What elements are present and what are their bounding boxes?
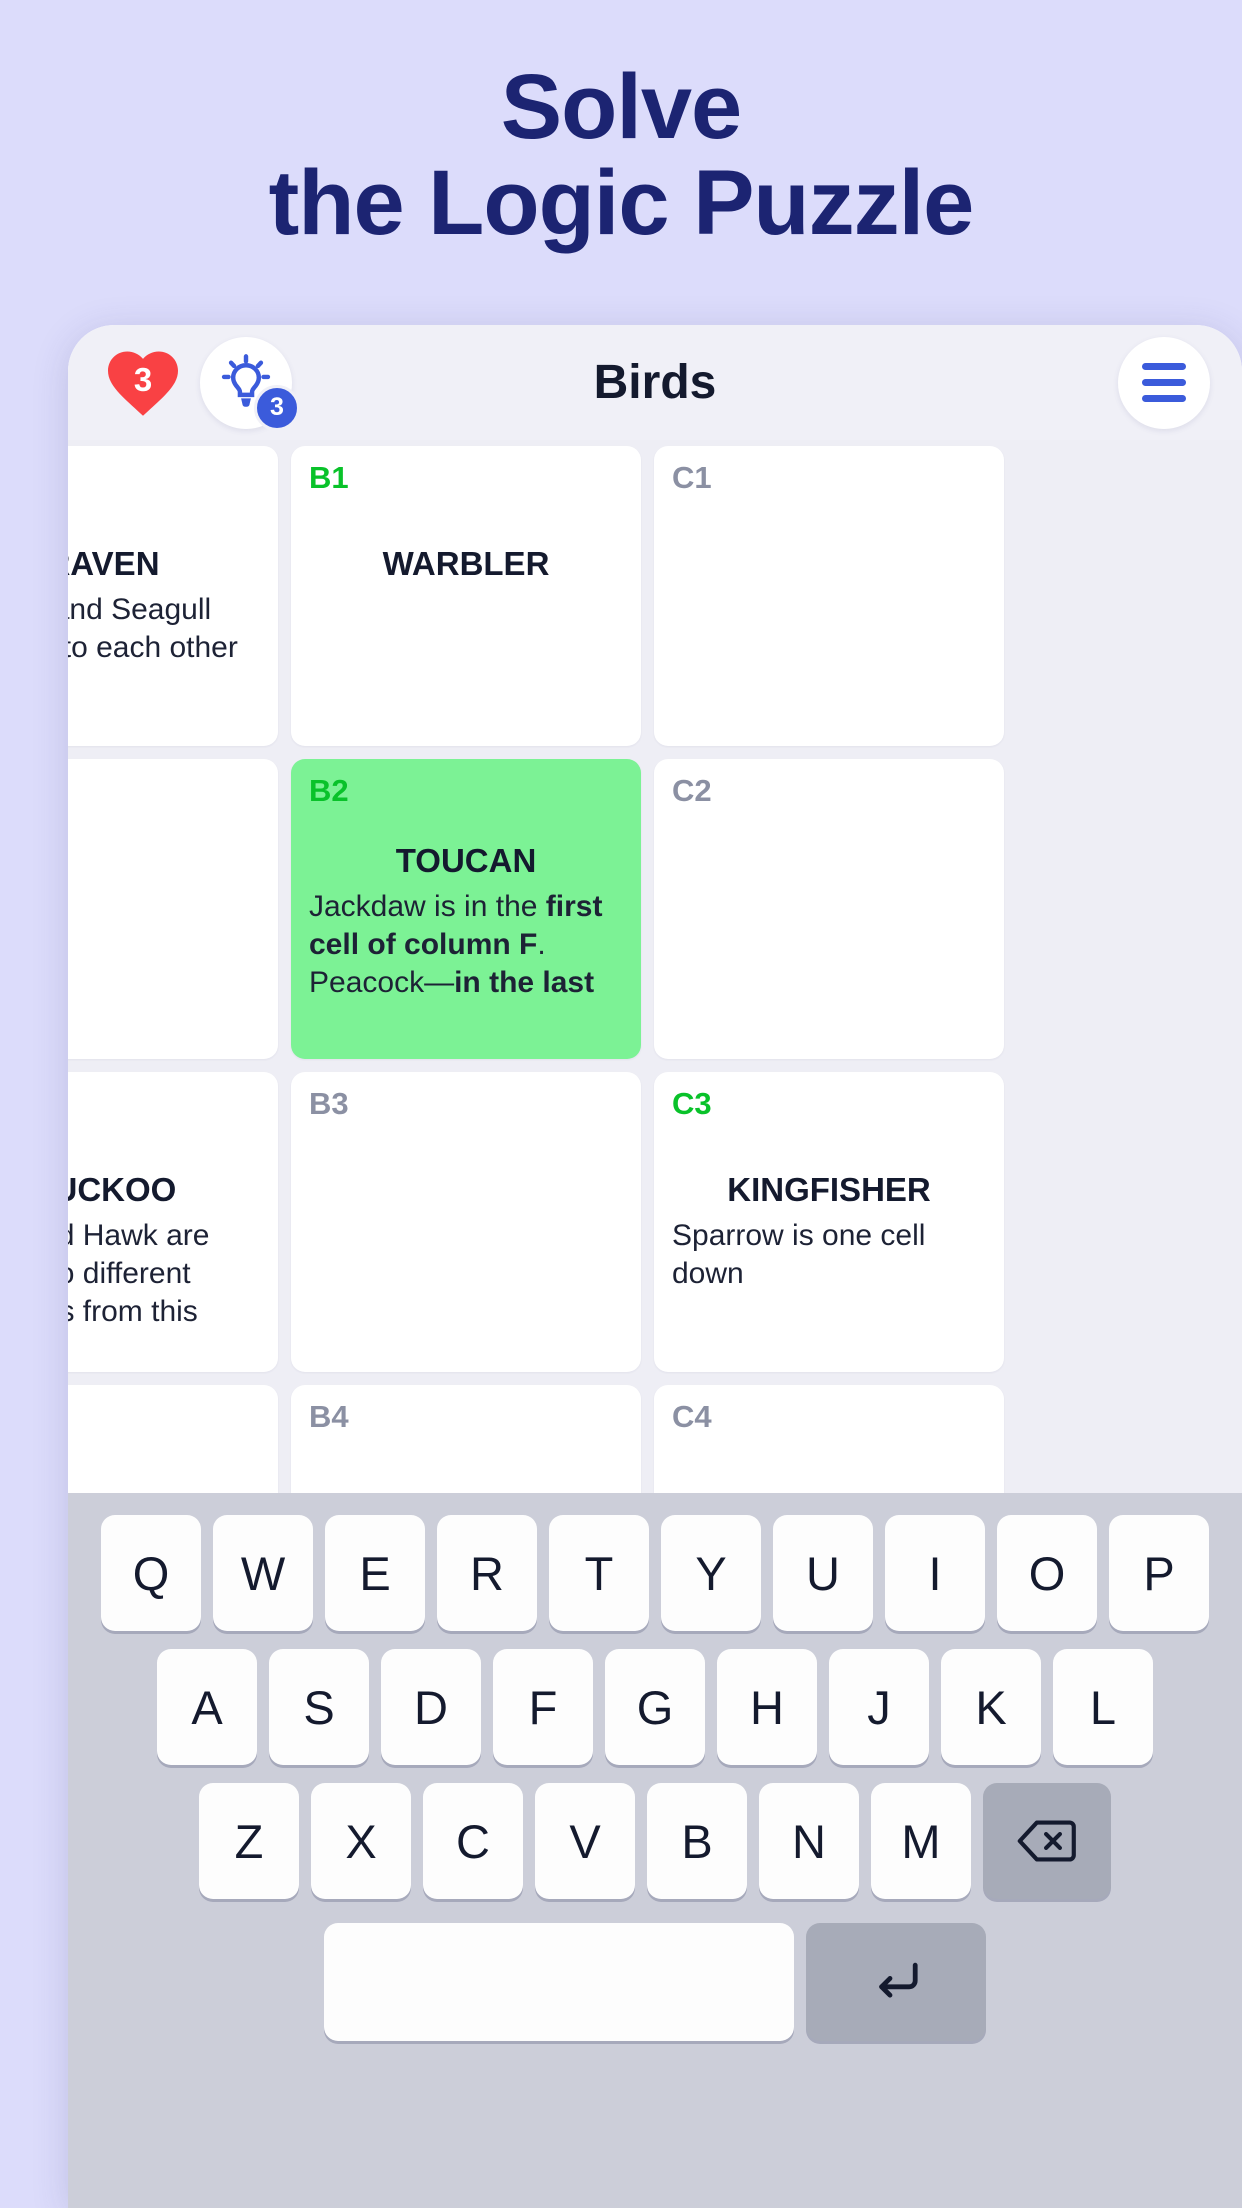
keyboard-row-1: QWERTYUIOP [78,1515,1232,1631]
grid-cell-label: C4 [672,1399,712,1434]
key-q[interactable]: Q [101,1515,201,1631]
key-j[interactable]: J [829,1649,929,1765]
keyboard-row-3: ZXCVBNM [78,1783,1232,1899]
grid-cell-label: C3 [672,1086,712,1121]
key-y[interactable]: Y [661,1515,761,1631]
key-l[interactable]: L [1053,1649,1153,1765]
menu-button[interactable] [1118,336,1210,429]
key-e[interactable]: E [325,1515,425,1631]
key-t[interactable]: T [549,1515,649,1631]
grid-cell-label: C2 [672,773,712,808]
grid-cell-label: A2 [68,775,260,806]
key-k[interactable]: K [941,1649,1041,1765]
grid-cell[interactable]: C2 [654,759,1004,1059]
key-o[interactable]: O [997,1515,1097,1631]
key-m[interactable]: M [871,1783,971,1899]
grid-cell[interactable]: A3 CUCKOO Crow and Hawk are along two diff… [68,1072,278,1372]
key-p[interactable]: P [1109,1515,1209,1631]
key-d[interactable]: D [381,1649,481,1765]
grid-cell-word: RAVEN [68,545,160,582]
grid-cell-clue: Sparrow is one cell down [672,1219,926,1290]
grid-cell-word: TOUCAN [395,842,537,879]
key-r[interactable]: R [437,1515,537,1631]
grid-cell[interactable]: C3 KINGFISHER Sparrow is one cell down [654,1072,1004,1372]
key-v[interactable]: V [535,1783,635,1899]
key-h[interactable]: H [717,1649,817,1765]
key-u[interactable]: U [773,1515,873,1631]
key-g[interactable]: G [605,1649,705,1765]
grid-cell-word: KINGFISHER [727,1171,931,1208]
grid-cell-clue: Crow and Hawk are along two different di… [68,1219,210,1328]
on-screen-keyboard: QWERTYUIOP ASDFGHJKL ZXCVBNM [68,1493,1242,2208]
lives-indicator[interactable]: 3 [100,340,186,426]
keyboard-row-2: ASDFGHJKL [78,1649,1232,1765]
backspace-key[interactable] [983,1783,1111,1899]
hamburger-menu-icon-bar-1 [1142,363,1186,370]
hint-button[interactable]: 3 [200,336,300,431]
app-bar: 3 3 Birds [68,325,1242,440]
key-z[interactable]: Z [199,1783,299,1899]
key-b[interactable]: B [647,1783,747,1899]
phone-mockup: 3 3 Birds AVEN nd Seagull o each other B… [68,325,1242,2208]
space-key[interactable] [324,1923,794,2041]
grid-cell[interactable]: B2 TOUCAN Jackdaw is in the first cell of … [291,759,641,1059]
grid-cell-label: B1 [309,460,349,495]
grid-cell[interactable]: B3 [291,1072,641,1372]
enter-key[interactable] [806,1923,986,2041]
grid-cell[interactable]: C4 [654,1385,1004,1493]
grid-cell[interactable]: A4 [68,1385,278,1493]
grid-cell-clue: Magpie and Seagull are next to each othe… [68,593,238,664]
grid-cell-label: A3 [68,1088,260,1119]
puzzle-grid: A1 RAVEN Magpie and Seagull are next to ea… [68,440,1004,1493]
puzzle-grid-area: A1 RAVEN Magpie and Seagull are next to ea… [68,440,1242,1493]
key-n[interactable]: N [759,1783,859,1899]
grid-cell-label: A4 [68,1401,260,1432]
grid-cell[interactable]: A2 [68,759,278,1059]
keyboard-row-4 [78,1923,1232,2041]
enter-return-icon [879,1962,918,1998]
key-s[interactable]: S [269,1649,369,1765]
grid-cell[interactable]: B1 WARBLER [291,446,641,746]
page-headline: Solve the Logic Puzzle [0,56,1242,254]
grid-cell-label: B2 [309,773,349,808]
grid-cell-word: WARBLER [382,545,550,582]
key-x[interactable]: X [311,1783,411,1899]
hamburger-menu-icon-bar-3 [1142,395,1186,402]
grid-cell-label: B3 [309,1086,349,1121]
grid-cell-word: CUCKOO [68,1171,177,1208]
key-f[interactable]: F [493,1649,593,1765]
hamburger-menu-icon-bar-2 [1142,379,1186,386]
grid-cell[interactable]: A1 RAVEN Magpie and Seagull are next to ea… [68,446,278,746]
key-c[interactable]: C [423,1783,523,1899]
lives-count: 3 [133,360,153,398]
headline-line-1: Solve [500,56,742,158]
grid-cell-label: A1 [68,462,260,493]
key-w[interactable]: W [213,1515,313,1631]
key-i[interactable]: I [885,1515,985,1631]
grid-cell-label: C1 [672,460,712,495]
grid-cell[interactable]: B4 [291,1385,641,1493]
grid-cell-clue: Jackdaw is in the first cell of column F… [309,890,603,999]
hint-count-badge: 3 [254,384,300,431]
grid-cell-label: B4 [309,1399,349,1434]
headline-line-2: the Logic Puzzle [268,151,975,254]
key-a[interactable]: A [157,1649,257,1765]
grid-cell[interactable]: C1 [654,446,1004,746]
backspace-icon [1017,1820,1076,1862]
